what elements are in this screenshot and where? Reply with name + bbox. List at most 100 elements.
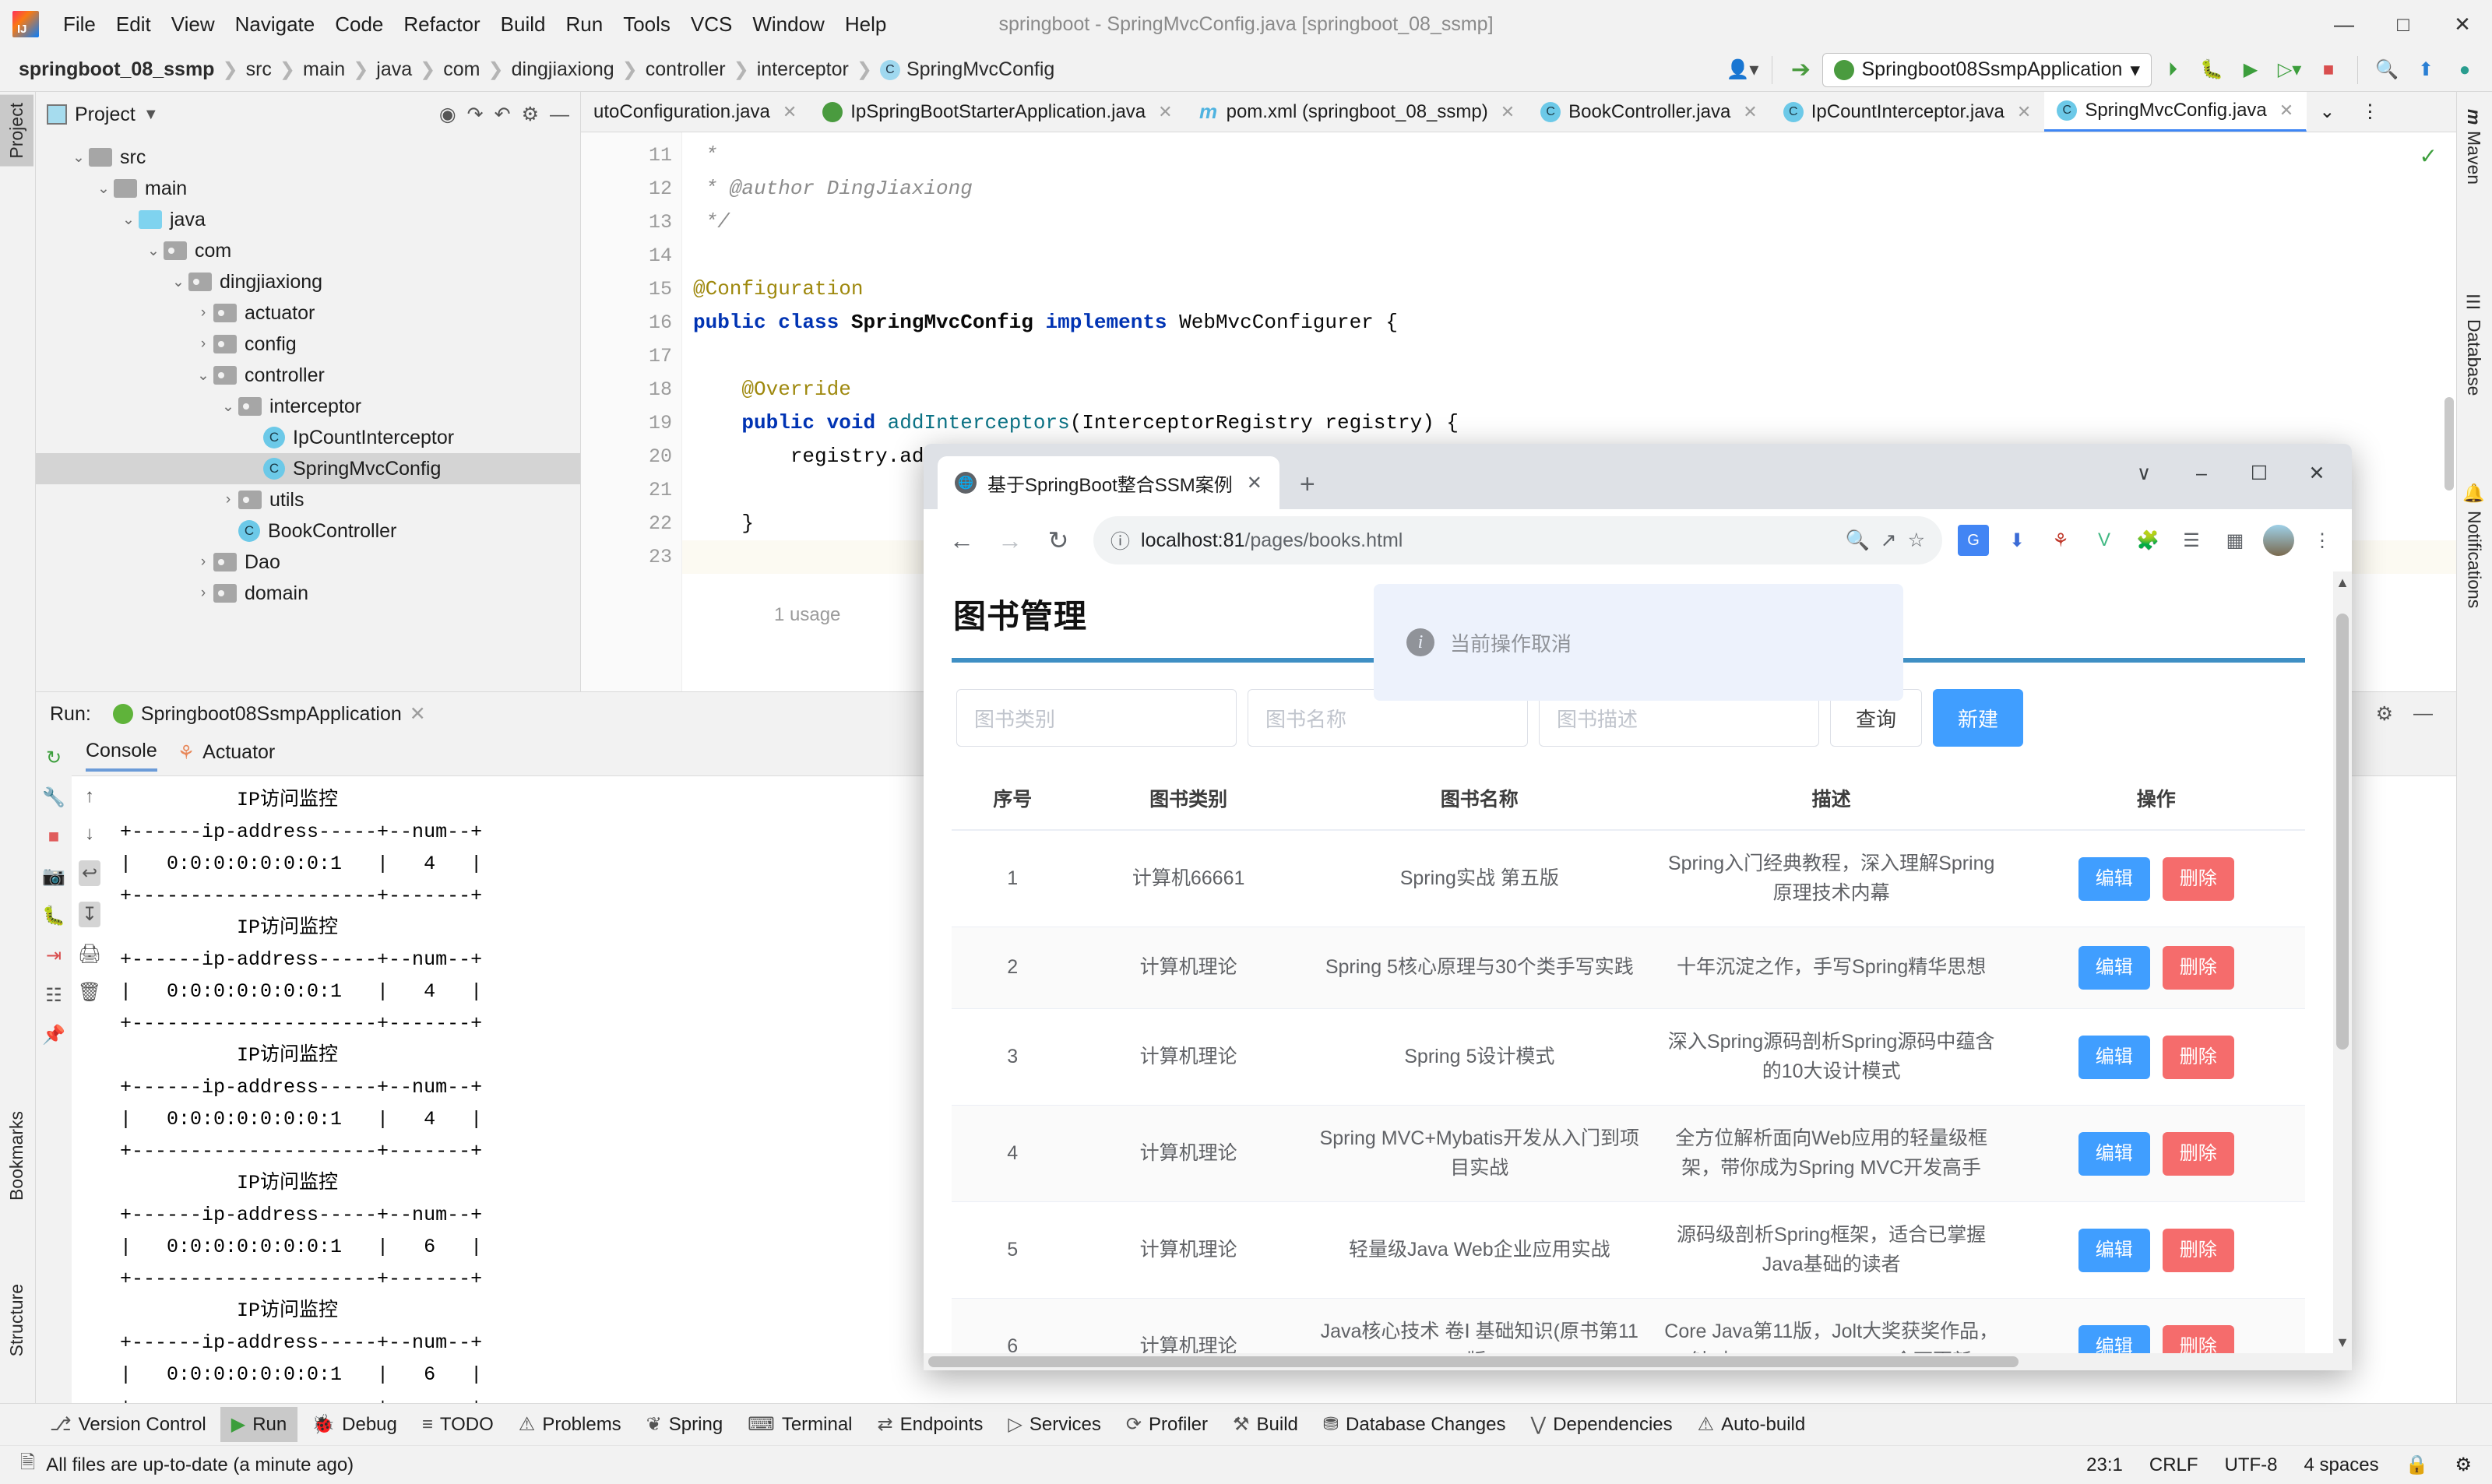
close-icon[interactable]: ✕: [783, 102, 797, 122]
bottom-tool-debug[interactable]: 🐞 Debug: [301, 1407, 408, 1442]
edit-button[interactable]: 编辑: [2078, 1131, 2150, 1176]
bottom-tool-terminal[interactable]: ⌨ Terminal: [737, 1407, 863, 1442]
menu-item-navigate[interactable]: Navigate: [225, 9, 326, 40]
tree-node-actuator[interactable]: › actuator: [36, 297, 580, 329]
edit-button[interactable]: 编辑: [2078, 856, 2150, 901]
breadcrumb-item-controller[interactable]: controller: [646, 58, 726, 81]
update-icon[interactable]: ⬆: [2408, 53, 2444, 87]
chevron-down-icon[interactable]: ▾: [2130, 58, 2140, 82]
profile-icon[interactable]: ▷▾: [2272, 53, 2307, 87]
chevron-down-icon[interactable]: ⌄: [69, 149, 89, 167]
share-icon[interactable]: ↗: [1881, 529, 1897, 552]
rerun-icon[interactable]: ↻: [46, 747, 62, 769]
forward-button[interactable]: →: [986, 516, 1034, 564]
info-icon[interactable]: ⓘ: [1110, 526, 1130, 554]
close-button[interactable]: ✕: [2290, 452, 2344, 495]
locate-icon[interactable]: ◉: [439, 103, 456, 126]
breadcrumb-item-java[interactable]: java: [376, 58, 412, 81]
menu-item-help[interactable]: Help: [835, 9, 896, 40]
menu-item-vcs[interactable]: VCS: [681, 9, 742, 40]
editor-tab-bookcontroller-java[interactable]: C BookController.java ✕: [1528, 92, 1771, 132]
sidebar-item-bookmarks[interactable]: Bookmarks: [0, 1103, 33, 1208]
attach-debugger-icon[interactable]: 🐛: [42, 905, 65, 927]
chevron-right-icon[interactable]: ›: [193, 304, 213, 322]
ide-assistant-icon[interactable]: ●: [2447, 53, 2483, 87]
tree-node-src[interactable]: ⌄ src: [36, 142, 580, 173]
bottom-tool-todo[interactable]: ≡ TODO: [411, 1408, 505, 1442]
maximize-button[interactable]: ☐: [2232, 452, 2286, 495]
soft-wrap-icon[interactable]: ↩: [78, 860, 101, 886]
bottom-tool-spring[interactable]: ❦ Spring: [635, 1407, 734, 1442]
delete-button[interactable]: 删除: [2162, 1035, 2234, 1079]
close-icon[interactable]: ✕: [1501, 102, 1515, 122]
bottom-tool-build[interactable]: ⚒ Build: [1222, 1407, 1309, 1442]
tree-node-springmvcconfig[interactable]: C SpringMvcConfig: [36, 453, 580, 484]
chevron-down-icon[interactable]: ⌄: [93, 180, 114, 198]
xmind-icon[interactable]: ⚘: [2045, 525, 2076, 556]
hide-icon[interactable]: —: [2413, 702, 2433, 726]
tree-node-config[interactable]: › config: [36, 329, 580, 360]
screenshot-icon[interactable]: 📷: [42, 865, 65, 888]
chevron-right-icon[interactable]: ›: [193, 585, 213, 602]
tree-node-dao[interactable]: › Dao: [36, 547, 580, 578]
expand-all-icon[interactable]: ↷: [467, 103, 484, 126]
chevron-down-icon[interactable]: ▼: [143, 106, 159, 124]
bottom-tool-run[interactable]: ▶ Run: [220, 1407, 298, 1442]
editor-tab-overflow-icon[interactable]: ⌄: [2307, 92, 2348, 132]
close-icon[interactable]: ✕: [410, 702, 426, 726]
bottom-tool-version-control[interactable]: ⎇ Version Control: [39, 1407, 217, 1442]
user-icon[interactable]: 👤▾: [1725, 53, 1761, 87]
page-scrollbar[interactable]: ▲ ▼: [2333, 571, 2352, 1370]
settings-wrench-icon[interactable]: 🔧: [42, 786, 65, 809]
menu-item-run[interactable]: Run: [555, 9, 613, 40]
edit-button[interactable]: 编辑: [2078, 1228, 2150, 1272]
chevron-down-icon[interactable]: ⌄: [168, 273, 188, 291]
chevron-right-icon[interactable]: ›: [218, 491, 238, 508]
tab-actuator[interactable]: ⚘ Actuator: [178, 741, 276, 771]
scroll-down-icon[interactable]: ▼: [2333, 1331, 2352, 1353]
editor-tab-pom-xml--springboot-08-ssmp-[interactable]: m pom.xml (springboot_08_ssmp) ✕: [1186, 92, 1529, 132]
close-icon[interactable]: ✕: [1247, 472, 1262, 494]
star-icon[interactable]: ☆: [1908, 529, 1925, 552]
tree-node-ipcountinterceptor[interactable]: C IpCountInterceptor: [36, 422, 580, 453]
stop-icon[interactable]: ■: [2311, 53, 2346, 87]
menu-item-tools[interactable]: Tools: [613, 9, 681, 40]
hammer-icon[interactable]: ➔: [1783, 53, 1819, 87]
sidebar-item-maven[interactable]: m Maven: [2457, 101, 2490, 193]
caret-position[interactable]: 23:1: [2086, 1454, 2123, 1476]
menu-item-file[interactable]: File: [53, 9, 106, 40]
minimize-button[interactable]: —: [2314, 0, 2374, 48]
breadcrumb-item-dingjiaxiong[interactable]: dingjiaxiong: [512, 58, 614, 81]
new-button[interactable]: 新建: [1933, 689, 2024, 747]
chevron-down-icon[interactable]: ⌄: [218, 398, 238, 416]
minimize-button[interactable]: –: [2174, 452, 2229, 495]
chevron-right-icon[interactable]: ›: [193, 336, 213, 353]
run-icon[interactable]: ⏵: [2155, 53, 2191, 87]
tree-node-interceptor[interactable]: ⌄ interceptor: [36, 391, 580, 422]
editor-scrollbar[interactable]: [2442, 132, 2456, 691]
chevron-down-icon[interactable]: ⌄: [143, 242, 164, 260]
bottom-tool-services[interactable]: ▷ Services: [997, 1407, 1112, 1442]
address-bar[interactable]: ⓘ localhost:81/pages/books.html 🔍 ↗ ☆: [1093, 516, 1942, 564]
back-button[interactable]: ←: [938, 516, 986, 564]
edit-button[interactable]: 编辑: [2078, 946, 2150, 990]
tree-node-controller[interactable]: ⌄ controller: [36, 360, 580, 391]
browser-tab[interactable]: 🌐 基于SpringBoot整合SSM案例 ✕: [938, 456, 1279, 509]
menu-item-view[interactable]: View: [161, 9, 225, 40]
inspection-ok-icon[interactable]: ✓: [2420, 143, 2437, 169]
gear-icon[interactable]: ⚙: [2376, 702, 2393, 726]
indent-setting[interactable]: 4 spaces: [2304, 1454, 2379, 1476]
close-icon[interactable]: ✕: [1158, 102, 1172, 122]
delete-button[interactable]: 删除: [2162, 856, 2234, 901]
layout-icon[interactable]: ☷: [45, 984, 62, 1007]
editor-tab-ipcountinterceptor-java[interactable]: C IpCountInterceptor.java ✕: [1771, 92, 2045, 132]
hide-icon[interactable]: —: [550, 104, 569, 126]
tree-node-domain[interactable]: › domain: [36, 578, 580, 609]
bottom-tool-profiler[interactable]: ⟳ Profiler: [1115, 1407, 1219, 1442]
scroll-up-icon[interactable]: ▲: [2333, 571, 2352, 593]
sidebar-item-database[interactable]: ☰ Database: [2457, 285, 2490, 403]
chevron-down-icon[interactable]: ⌄: [193, 367, 213, 385]
bottom-tool-endpoints[interactable]: ⇄ Endpoints: [867, 1407, 994, 1442]
bottom-tool-dependencies[interactable]: ⋁ Dependencies: [1520, 1407, 1684, 1442]
sidepanel-icon[interactable]: ▦: [2219, 525, 2251, 556]
